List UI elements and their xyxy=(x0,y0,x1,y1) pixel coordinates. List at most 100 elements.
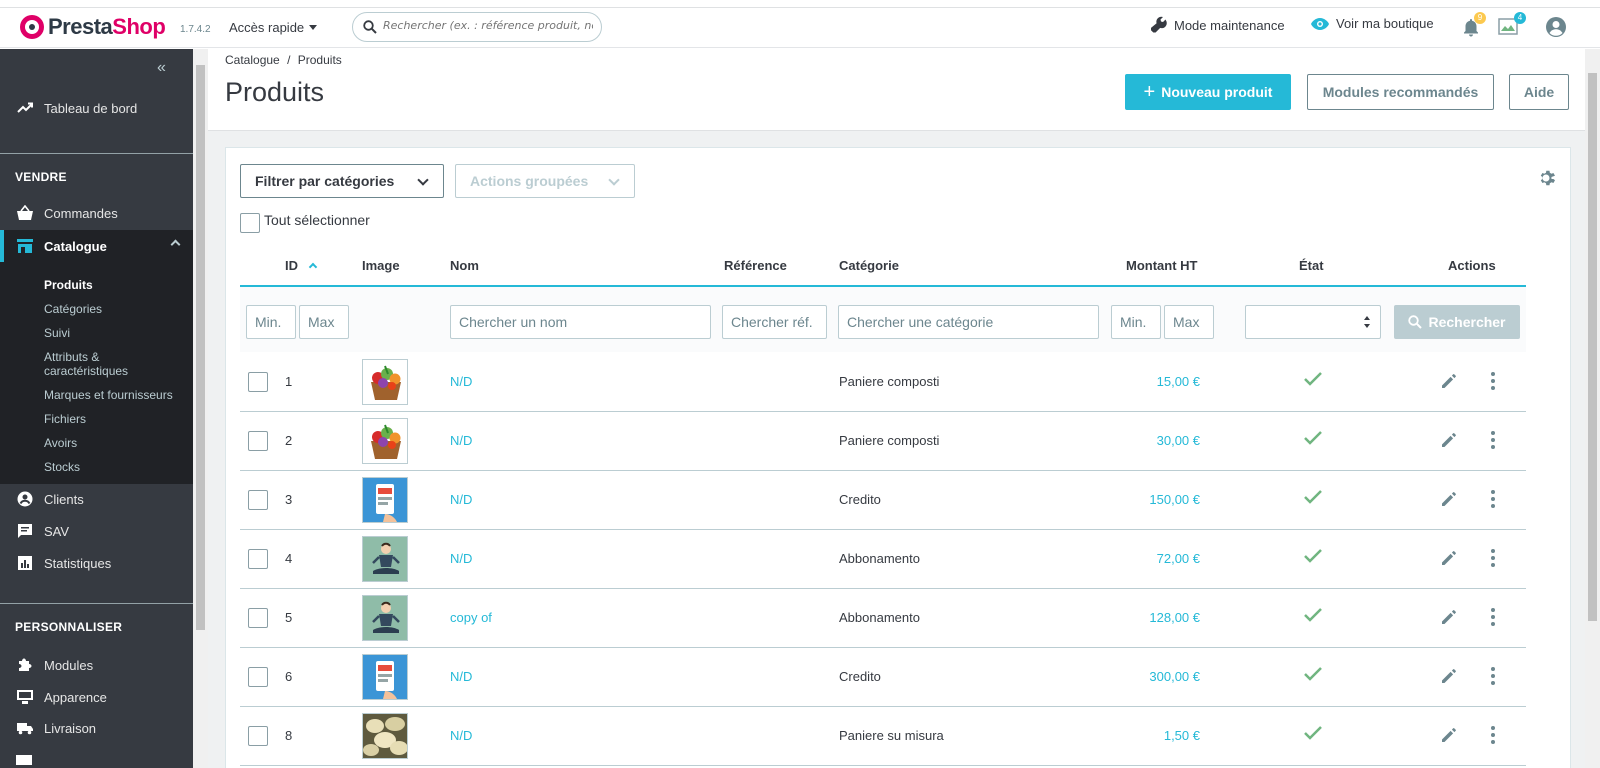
check-icon[interactable] xyxy=(1303,371,1323,390)
row-checkbox[interactable] xyxy=(248,549,268,569)
more-vertical-icon[interactable] xyxy=(1490,725,1496,748)
product-name-link[interactable]: N/D xyxy=(450,728,472,743)
more-vertical-icon[interactable] xyxy=(1490,607,1496,630)
name-filter-input[interactable] xyxy=(450,305,711,339)
row-checkbox[interactable] xyxy=(248,431,268,451)
new-product-button[interactable]: + Nouveau produit xyxy=(1125,74,1291,110)
sidebar-scrollbar-thumb[interactable] xyxy=(196,65,205,630)
product-price[interactable]: 128,00 € xyxy=(1115,610,1200,625)
gear-icon[interactable] xyxy=(1538,168,1558,191)
sidebar-subitem-tracking[interactable]: Suivi xyxy=(44,326,70,340)
price-max-input[interactable] xyxy=(1164,305,1214,339)
table-row[interactable]: 3 N/D Credito 150,00 € xyxy=(240,471,1526,530)
maintenance-mode-link[interactable]: Mode maintenance xyxy=(1150,16,1285,34)
check-icon[interactable] xyxy=(1303,666,1323,685)
table-row[interactable]: 5 copy of Abbonamento 128,00 € xyxy=(240,589,1526,648)
sidebar-subitem-categories[interactable]: Catégories xyxy=(44,302,102,316)
sidebar-item-dashboard[interactable]: Tableau de bord xyxy=(0,92,193,124)
price-min-input[interactable] xyxy=(1111,305,1161,339)
quick-access-dropdown[interactable]: Accès rapide xyxy=(229,20,318,35)
check-icon[interactable] xyxy=(1303,548,1323,567)
notifications-button[interactable]: 9 xyxy=(1462,12,1486,38)
sidebar-subitem-stocks[interactable]: Stocks xyxy=(44,460,80,474)
product-thumbnail[interactable] xyxy=(362,536,408,582)
table-row[interactable]: 6 N/D Credito 300,00 € xyxy=(240,648,1526,707)
pencil-icon[interactable] xyxy=(1440,726,1458,747)
sidebar-subitem-attributes[interactable]: Attributs & xyxy=(44,350,99,364)
product-price[interactable]: 72,00 € xyxy=(1115,551,1200,566)
row-checkbox[interactable] xyxy=(248,490,268,510)
pencil-icon[interactable] xyxy=(1440,667,1458,688)
sidebar-item-catalog[interactable]: Catalogue xyxy=(0,230,193,262)
reference-filter-input[interactable] xyxy=(722,305,827,339)
pencil-icon[interactable] xyxy=(1440,431,1458,452)
filter-categories-dropdown[interactable]: Filtrer par catégories xyxy=(240,164,444,198)
product-thumbnail[interactable] xyxy=(362,477,408,523)
more-vertical-icon[interactable] xyxy=(1490,548,1496,571)
column-header-id[interactable]: ID xyxy=(285,258,317,273)
user-account-button[interactable] xyxy=(1545,16,1567,38)
sidebar-item-sav[interactable]: SAV xyxy=(0,515,193,547)
recommended-modules-button[interactable]: Modules recommandés xyxy=(1307,74,1494,110)
select-all-checkbox[interactable] xyxy=(240,213,260,233)
check-icon[interactable] xyxy=(1303,489,1323,508)
table-row[interactable]: 4 N/D Abbonamento 72,00 € xyxy=(240,530,1526,589)
check-icon[interactable] xyxy=(1303,607,1323,626)
product-thumbnail[interactable] xyxy=(362,418,408,464)
product-price[interactable]: 300,00 € xyxy=(1115,669,1200,684)
sidebar-subitem-files[interactable]: Fichiers xyxy=(44,412,86,426)
product-name-link[interactable]: N/D xyxy=(450,551,472,566)
sidebar-item-modules[interactable]: Modules xyxy=(0,649,193,681)
column-header-price[interactable]: Montant HT xyxy=(1126,258,1197,273)
prestashop-logo[interactable]: PrestaShop xyxy=(20,14,166,40)
column-header-state[interactable]: État xyxy=(1299,258,1324,273)
bulk-actions-dropdown[interactable]: Actions groupées xyxy=(455,164,635,198)
more-vertical-icon[interactable] xyxy=(1490,489,1496,512)
state-filter-select[interactable] xyxy=(1245,305,1381,339)
table-row[interactable]: 1 N/D Paniere composti 15,00 € xyxy=(240,353,1526,412)
product-price[interactable]: 30,00 € xyxy=(1115,433,1200,448)
product-name-link[interactable]: N/D xyxy=(450,492,472,507)
category-filter-input[interactable] xyxy=(838,305,1099,339)
orders-notification-button[interactable]: 4 xyxy=(1498,12,1526,36)
column-header-reference[interactable]: Référence xyxy=(724,258,787,273)
sidebar-subitem-credit-slips[interactable]: Avoirs xyxy=(44,436,77,450)
header-search-input[interactable] xyxy=(383,19,593,32)
id-max-input[interactable] xyxy=(299,305,349,339)
sidebar-item-stats[interactable]: Statistiques xyxy=(0,547,193,579)
product-thumbnail[interactable] xyxy=(362,595,408,641)
collapse-sidebar-icon[interactable]: « xyxy=(157,59,166,77)
row-checkbox[interactable] xyxy=(248,608,268,628)
column-header-category[interactable]: Catégorie xyxy=(839,258,899,273)
row-checkbox[interactable] xyxy=(248,726,268,746)
sidebar-scrollbar[interactable] xyxy=(193,49,208,768)
row-checkbox[interactable] xyxy=(248,372,268,392)
pencil-icon[interactable] xyxy=(1440,372,1458,393)
more-vertical-icon[interactable] xyxy=(1490,430,1496,453)
breadcrumb-catalog[interactable]: Catalogue xyxy=(225,53,280,67)
product-thumbnail[interactable] xyxy=(362,654,408,700)
product-name-link[interactable]: copy of xyxy=(450,610,492,625)
product-name-link[interactable]: N/D xyxy=(450,374,472,389)
search-button[interactable]: Rechercher xyxy=(1394,305,1520,339)
pencil-icon[interactable] xyxy=(1440,490,1458,511)
sidebar-item-customers[interactable]: Clients xyxy=(0,483,193,515)
product-price[interactable]: 150,00 € xyxy=(1115,492,1200,507)
product-thumbnail[interactable] xyxy=(362,359,408,405)
more-vertical-icon[interactable] xyxy=(1490,371,1496,394)
product-price[interactable]: 1,50 € xyxy=(1115,728,1200,743)
row-checkbox[interactable] xyxy=(248,667,268,687)
check-icon[interactable] xyxy=(1303,430,1323,449)
table-row[interactable]: 2 N/D Paniere composti 30,00 € xyxy=(240,412,1526,471)
page-scrollbar-thumb[interactable] xyxy=(1588,73,1597,621)
id-min-input[interactable] xyxy=(246,305,296,339)
product-thumbnail[interactable] xyxy=(362,713,408,759)
header-search[interactable] xyxy=(352,12,602,42)
pencil-icon[interactable] xyxy=(1440,608,1458,629)
check-icon[interactable] xyxy=(1303,725,1323,744)
product-name-link[interactable]: N/D xyxy=(450,433,472,448)
help-button[interactable]: Aide xyxy=(1509,74,1569,110)
sidebar-subitem-attributes-2[interactable]: caractéristiques xyxy=(44,364,128,378)
product-price[interactable]: 15,00 € xyxy=(1115,374,1200,389)
sidebar-subitem-brands[interactable]: Marques et fournisseurs xyxy=(44,388,173,402)
